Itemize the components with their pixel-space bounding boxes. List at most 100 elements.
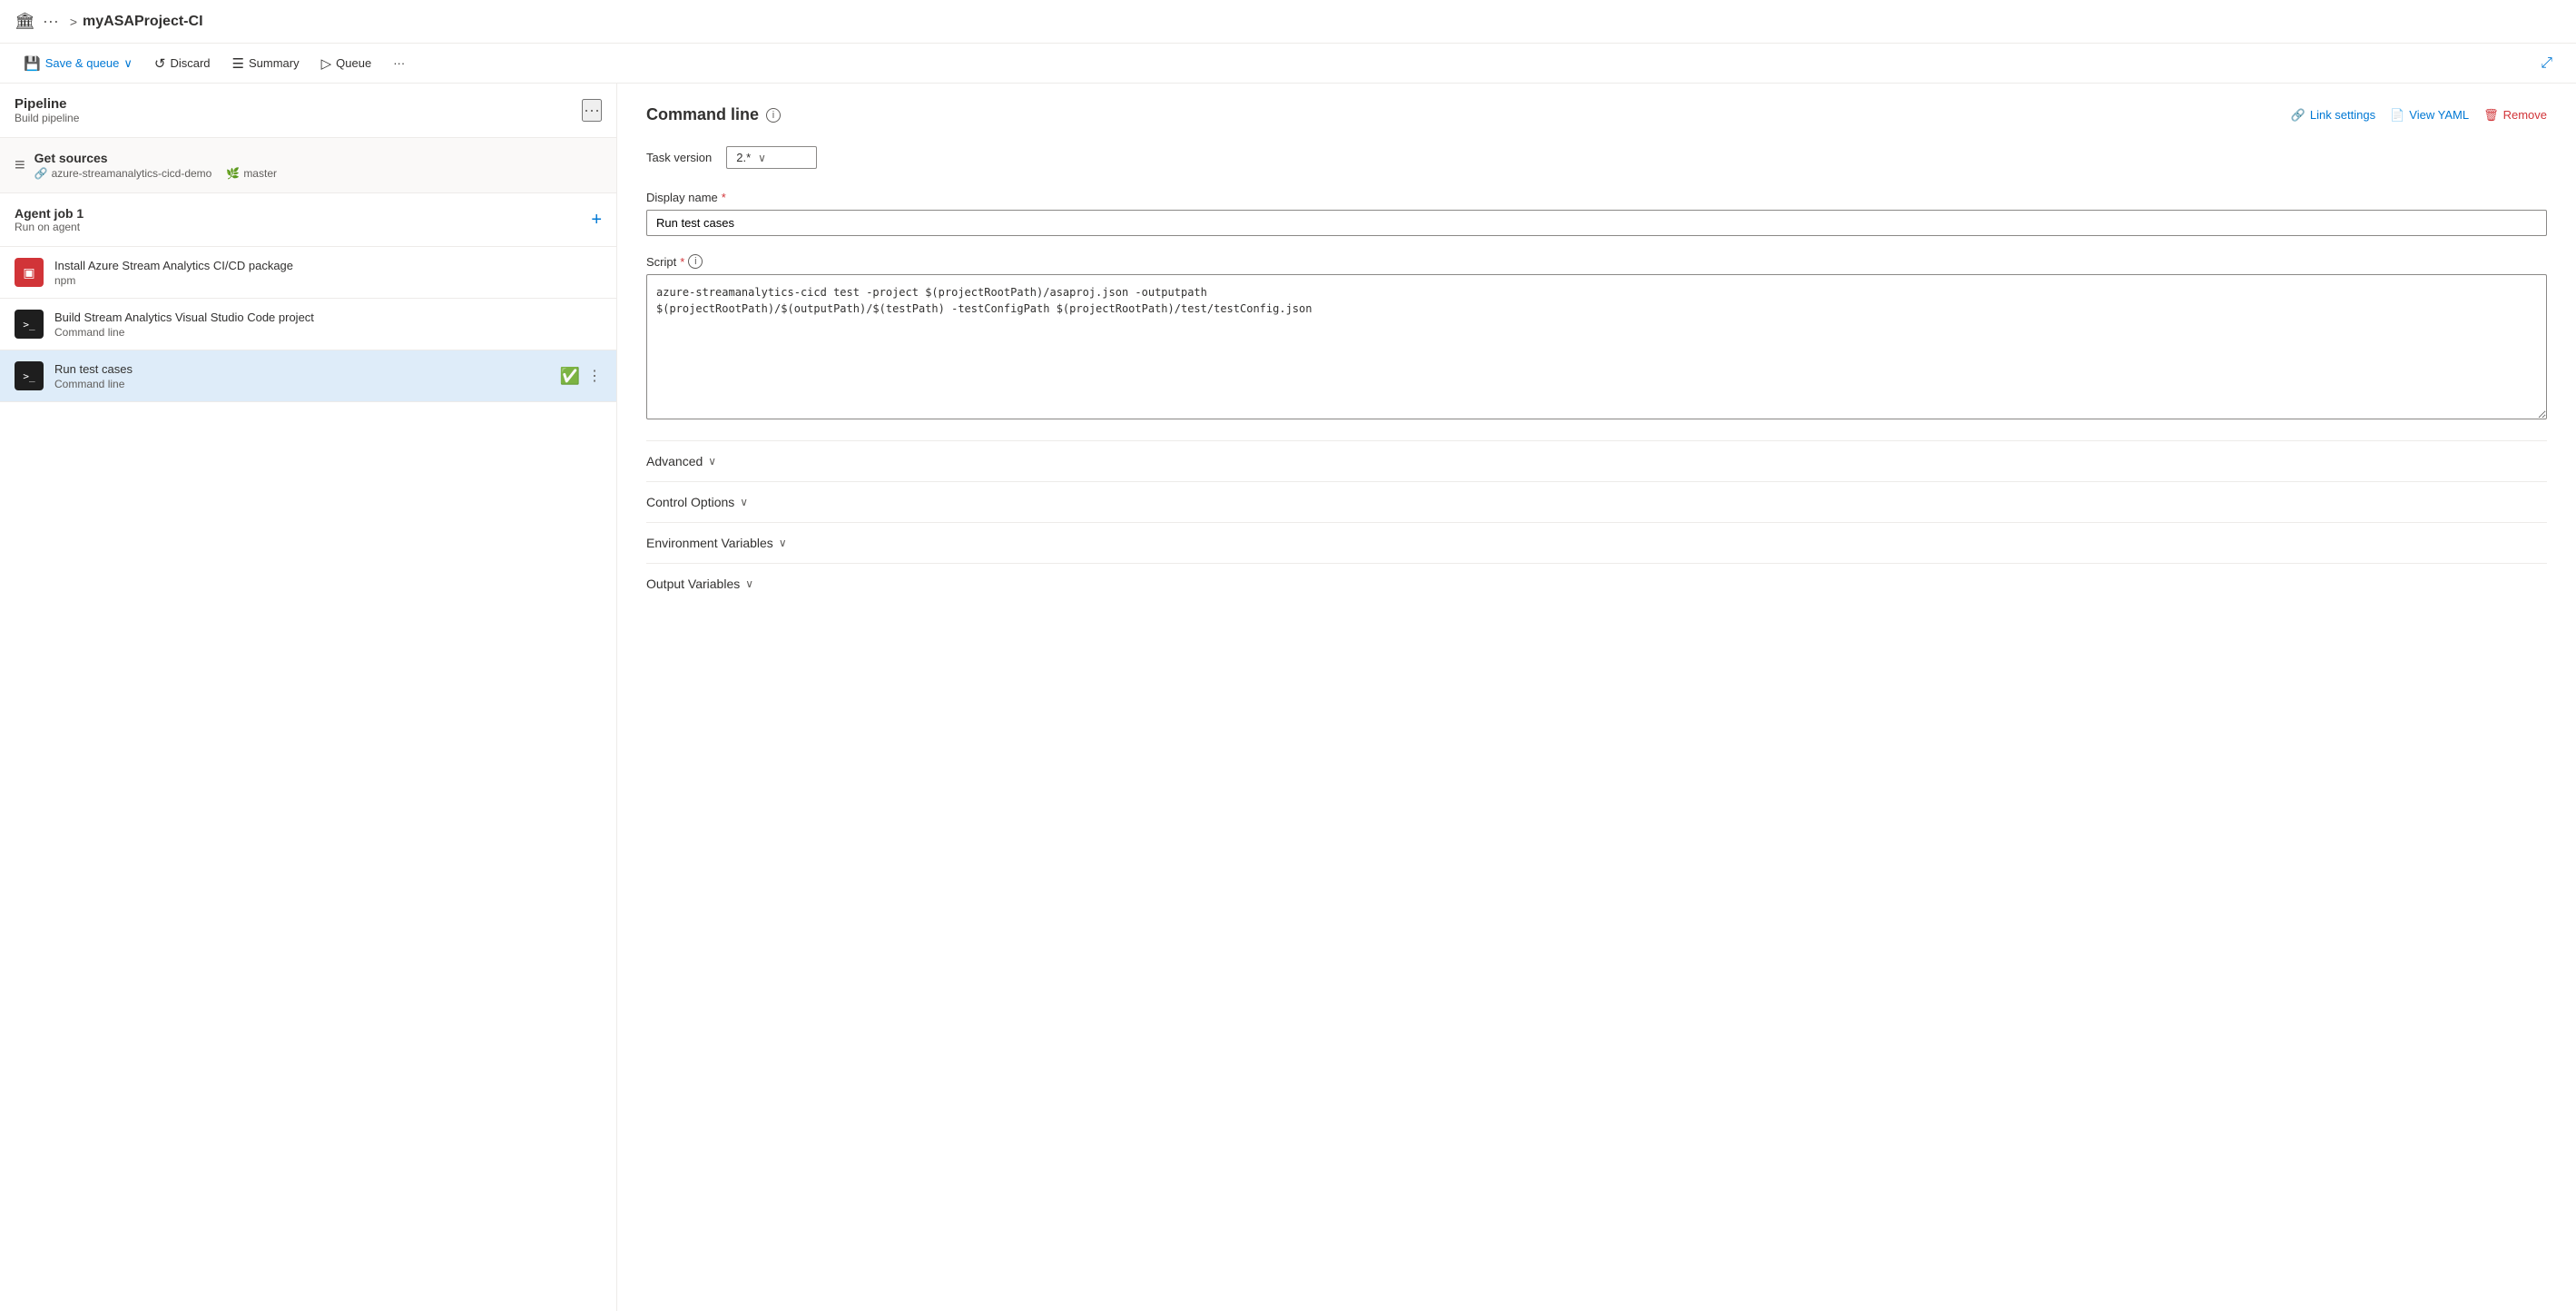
task-item-install[interactable]: ▣ Install Azure Stream Analytics CI/CD p… <box>0 247 616 299</box>
get-sources-title: Get sources <box>34 151 277 165</box>
link-icon: 🔗 <box>2291 108 2306 123</box>
script-required: * <box>680 255 684 269</box>
task-subtitle-run: Command line <box>54 378 549 390</box>
view-yaml-label: View YAML <box>2409 108 2469 122</box>
task-item-build[interactable]: >_ Build Stream Analytics Visual Studio … <box>0 299 616 350</box>
branch-icon: 🌿 <box>226 167 240 180</box>
add-task-button[interactable]: + <box>591 210 602 231</box>
summary-label: Summary <box>249 56 300 70</box>
link-settings-label: Link settings <box>2310 108 2375 122</box>
repo-meta: 🔗 azure-streamanalytics-cicd-demo <box>34 167 212 180</box>
version-chevron-icon: ∨ <box>758 152 766 164</box>
task-icon-install: ▣ <box>15 258 44 287</box>
link-settings-button[interactable]: 🔗 Link settings <box>2291 108 2375 123</box>
expand-icon: ⤢ <box>2541 55 2552 72</box>
chevron-icon-environment-variables: ∨ <box>779 537 787 549</box>
queue-button[interactable]: ▷ Queue <box>312 52 381 75</box>
main-layout: Pipeline Build pipeline ··· ≡ Get source… <box>0 84 2576 1311</box>
branch-meta: 🌿 master <box>226 167 277 180</box>
command-line-info-icon[interactable]: i <box>766 108 781 123</box>
right-panel: Command line i 🔗 Link settings 📄 View YA… <box>617 84 2576 1311</box>
chevron-icon-advanced: ∨ <box>708 455 716 468</box>
display-name-input[interactable] <box>646 210 2547 236</box>
task-icon-build: >_ <box>15 310 44 339</box>
view-yaml-button[interactable]: 📄 View YAML <box>2390 108 2469 123</box>
breadcrumb-separator: > <box>70 15 77 29</box>
display-name-field: Display name * <box>646 191 2547 236</box>
section-control-options[interactable]: Control Options ∨ <box>646 481 2547 522</box>
task-info-install: Install Azure Stream Analytics CI/CD pac… <box>54 259 602 287</box>
dropdown-chevron-icon: ∨ <box>123 56 133 71</box>
task-title-build: Build Stream Analytics Visual Studio Cod… <box>54 310 602 324</box>
yaml-icon: 📄 <box>2390 108 2404 123</box>
chevron-icon-output-variables: ∨ <box>745 577 753 590</box>
get-sources-icon: ≡ <box>15 155 25 176</box>
summary-button[interactable]: ☰ Summary <box>223 52 309 75</box>
discard-label: Discard <box>170 56 210 70</box>
task-version-label: Task version <box>646 151 712 164</box>
pipeline-title: Pipeline <box>15 96 79 112</box>
task-title-run: Run test cases <box>54 362 549 376</box>
task-list: ▣ Install Azure Stream Analytics CI/CD p… <box>0 247 616 402</box>
section-label-environment-variables: Environment Variables <box>646 536 773 550</box>
script-textarea[interactable]: azure-streamanalytics-cicd test -project… <box>646 274 2547 419</box>
repo-name: azure-streamanalytics-cicd-demo <box>52 167 212 180</box>
queue-label: Queue <box>336 56 371 70</box>
task-subtitle-install: npm <box>54 274 602 287</box>
agent-job-subtitle: Run on agent <box>15 221 84 233</box>
collapsible-sections: Advanced∨Control Options∨Environment Var… <box>646 440 2547 604</box>
remove-button[interactable]: 🗑 Remove <box>2483 108 2547 123</box>
task-info-build: Build Stream Analytics Visual Studio Cod… <box>54 310 602 339</box>
task-item-run[interactable]: >_ Run test cases Command line ✅ ⋮ <box>0 350 616 402</box>
pipeline-header: Pipeline Build pipeline ··· <box>0 84 616 138</box>
version-select-value: 2.* <box>736 151 751 164</box>
save-icon: 💾 <box>24 55 41 72</box>
save-queue-button[interactable]: 💾 Save & queue ∨ <box>15 52 142 75</box>
left-panel: Pipeline Build pipeline ··· ≡ Get source… <box>0 84 617 1311</box>
agent-job-section: Agent job 1 Run on agent + <box>0 193 616 247</box>
task-icon-run: >_ <box>15 361 44 390</box>
task-title-install: Install Azure Stream Analytics CI/CD pac… <box>54 259 602 272</box>
pipeline-more-button[interactable]: ··· <box>582 99 602 122</box>
section-label-advanced: Advanced <box>646 454 703 468</box>
right-header-actions: 🔗 Link settings 📄 View YAML 🗑 Remove <box>2291 108 2547 123</box>
task-check-icon: ✅ <box>560 367 580 386</box>
display-name-required: * <box>722 191 726 204</box>
script-info-icon[interactable]: i <box>688 254 703 269</box>
summary-icon: ☰ <box>232 55 244 72</box>
page-title: myASAProject-CI <box>83 14 202 30</box>
right-title-row: Command line i <box>646 105 781 124</box>
task-menu-icon[interactable]: ⋮ <box>587 367 602 385</box>
section-environment-variables[interactable]: Environment Variables ∨ <box>646 522 2547 563</box>
remove-label: Remove <box>2503 108 2547 122</box>
section-advanced[interactable]: Advanced ∨ <box>646 440 2547 481</box>
toolbar: 💾 Save & queue ∨ ↺ Discard ☰ Summary ▷ Q… <box>0 44 2576 84</box>
expand-button[interactable]: ⤢ <box>2532 52 2561 75</box>
get-sources-section: ≡ Get sources 🔗 azure-streamanalytics-ci… <box>0 138 616 193</box>
repo-icon: 🔗 <box>34 167 48 180</box>
agent-job-title: Agent job 1 <box>15 206 84 221</box>
discard-button[interactable]: ↺ Discard <box>145 52 220 75</box>
script-label: Script * i <box>646 254 2547 269</box>
more-icon: ··· <box>393 56 405 70</box>
script-field: Script * i azure-streamanalytics-cicd te… <box>646 254 2547 422</box>
right-header: Command line i 🔗 Link settings 📄 View YA… <box>646 105 2547 124</box>
chevron-icon-control-options: ∨ <box>740 496 748 508</box>
display-name-label: Display name * <box>646 191 2547 204</box>
task-version-select[interactable]: 2.* ∨ <box>726 146 817 169</box>
get-sources-meta: 🔗 azure-streamanalytics-cicd-demo 🌿 mast… <box>34 167 277 180</box>
more-button[interactable]: ··· <box>384 53 414 74</box>
task-version-row: Task version 2.* ∨ <box>646 146 2547 169</box>
section-output-variables[interactable]: Output Variables ∨ <box>646 563 2547 604</box>
section-label-output-variables: Output Variables <box>646 577 740 591</box>
task-actions-run: ✅ ⋮ <box>560 367 602 386</box>
pipeline-subtitle: Build pipeline <box>15 112 79 124</box>
trash-icon: 🗑 <box>2483 108 2499 123</box>
top-bar: 🏛 ··· > myASAProject-CI <box>0 0 2576 44</box>
section-label-control-options: Control Options <box>646 495 734 509</box>
top-bar-dots[interactable]: ··· <box>43 12 59 31</box>
save-queue-label: Save & queue <box>45 56 120 70</box>
task-info-run: Run test cases Command line <box>54 362 549 390</box>
right-panel-title: Command line <box>646 105 759 124</box>
app-icon: 🏛 <box>15 12 35 31</box>
